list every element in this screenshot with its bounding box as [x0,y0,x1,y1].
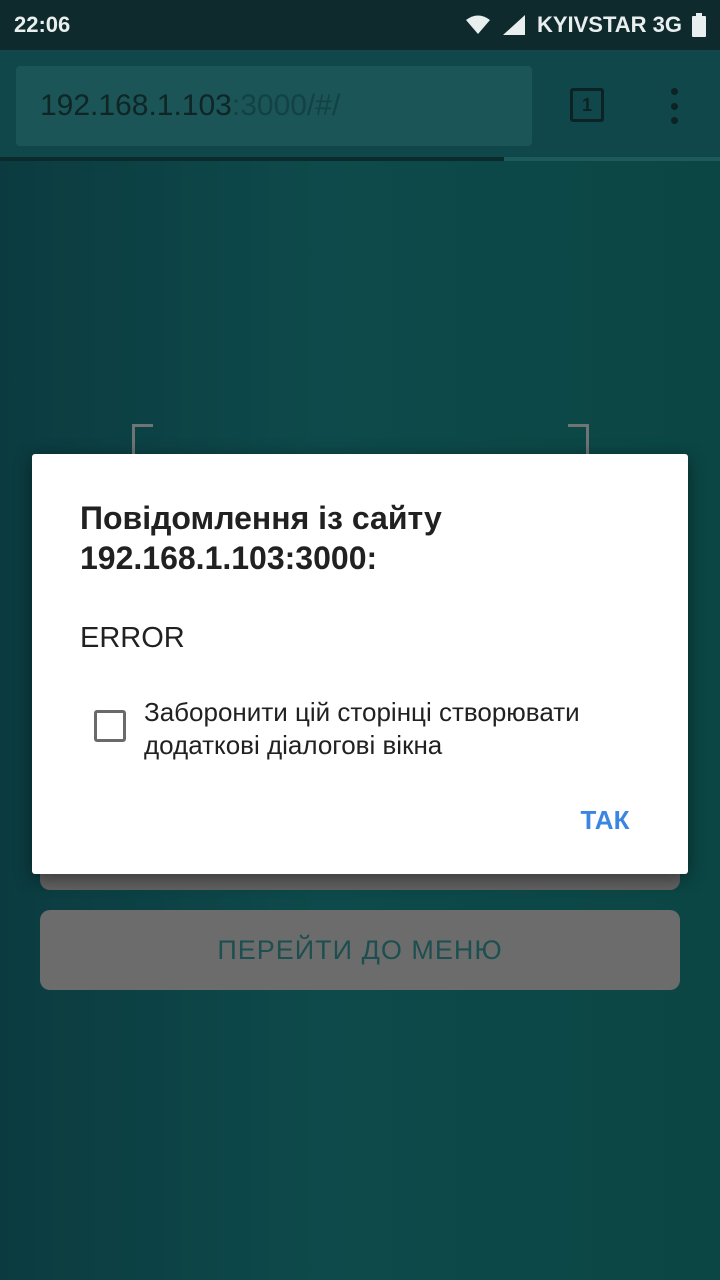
browser-toolbar: 192.168.1.103:3000/#/ 1 [0,50,720,160]
frame-corner-right [568,424,589,457]
url-host: 192.168.1.103 [40,89,232,122]
address-bar[interactable]: 192.168.1.103:3000/#/ [16,66,532,146]
suppress-dialogs-option[interactable]: Заборонити цій сторінці створювати додат… [94,696,654,762]
dialog-title-line2: 192.168.1.103:3000: [80,540,378,576]
battery-icon [692,13,706,37]
dialog-title: Повідомлення із сайту 192.168.1.103:3000… [80,498,660,578]
signal-icon [502,15,525,35]
ok-button[interactable]: ТАК [560,798,650,842]
dialog-message: ERROR [80,622,185,654]
suppress-dialogs-label: Заборонити цій сторінці створювати додат… [144,696,580,762]
frame-corner-left [132,424,153,457]
wifi-icon [465,15,490,34]
overflow-menu-icon[interactable] [664,88,684,124]
tab-count: 1 [581,94,592,115]
suppress-dialogs-checkbox[interactable] [94,710,126,742]
suppress-dialogs-label-line1: Заборонити цій сторінці створювати [144,697,580,727]
status-time: 22:06 [14,12,71,37]
status-bar: 22:06 KYIVSTAR 3G [0,0,720,50]
url-path: :3000/#/ [231,89,341,122]
carrier-label: KYIVSTAR 3G [536,12,682,37]
suppress-dialogs-label-line2: додаткові діалогові вікна [144,730,443,760]
go-to-menu-button[interactable]: ПЕРЕЙТИ ДО МЕНЮ [40,910,680,990]
status-icons: KYIVSTAR 3G [465,12,706,38]
dialog-title-line1: Повідомлення із сайту [80,500,442,536]
tab-switcher-button[interactable]: 1 [570,88,604,122]
alert-dialog: Повідомлення із сайту 192.168.1.103:3000… [32,454,688,874]
go-to-menu-label: ПЕРЕЙТИ ДО МЕНЮ [217,934,503,965]
